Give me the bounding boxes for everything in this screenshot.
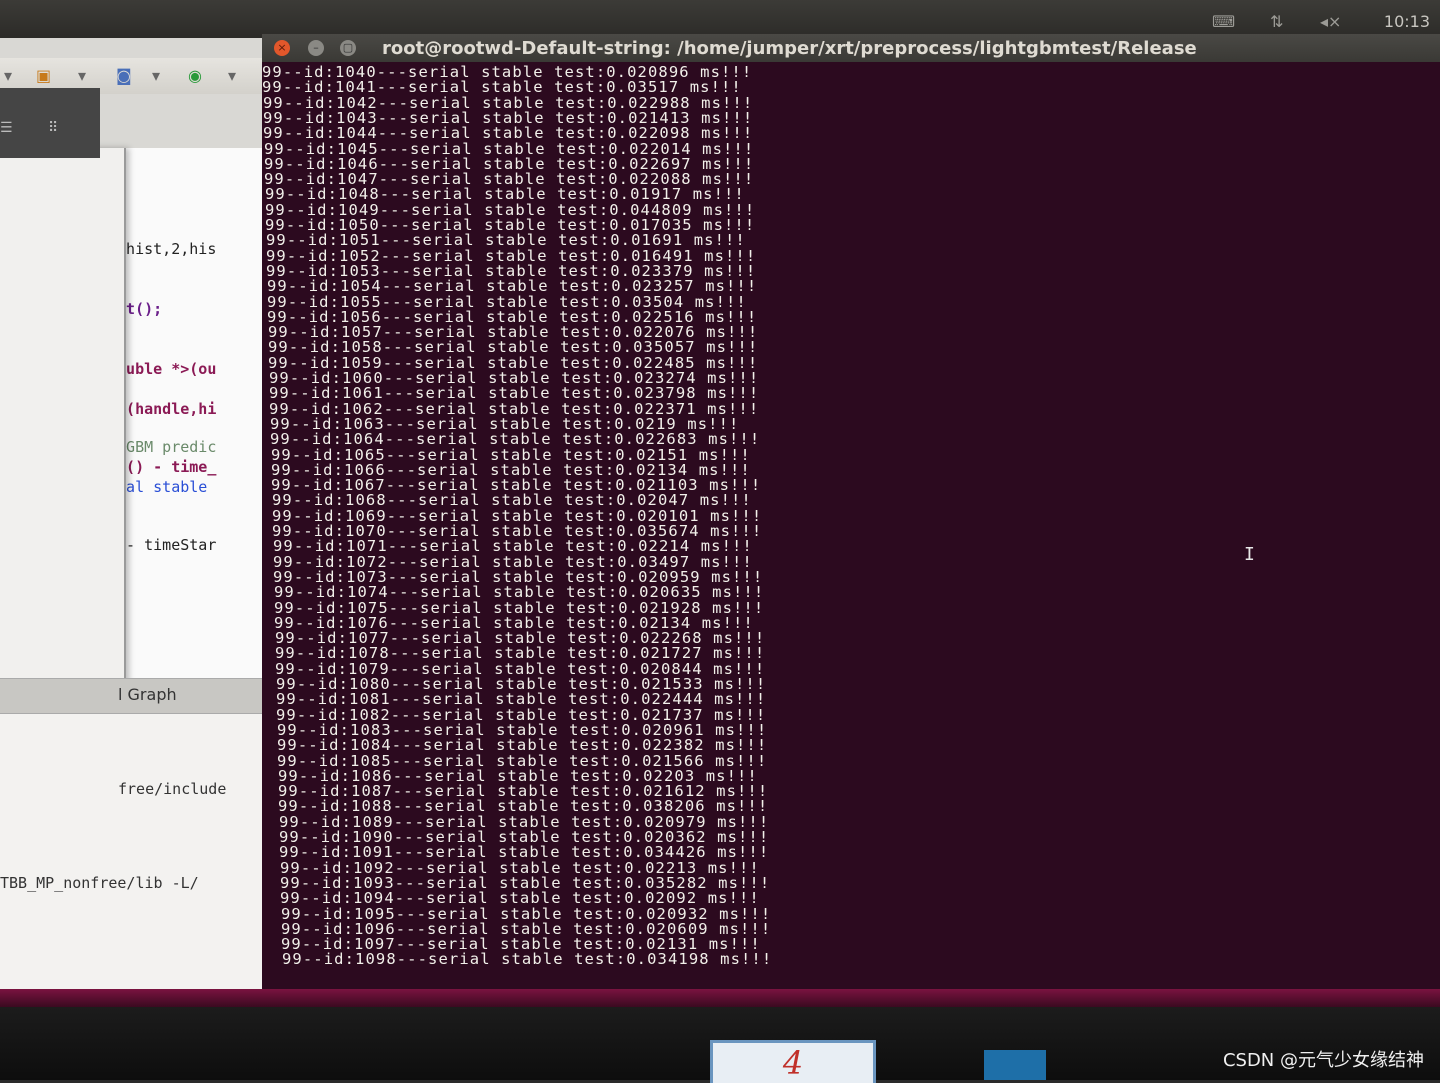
dark-view-header: ☰ ⠿ (0, 88, 100, 158)
console-line: free/include (118, 780, 227, 798)
text-cursor-icon: I (1244, 544, 1255, 565)
terminal-line: 99--id:1094---serial stable test:0.02092… (280, 889, 760, 908)
energy-star-logo (984, 1050, 1046, 1080)
close-icon[interactable]: × (274, 40, 290, 56)
maximize-icon[interactable]: ▢ (340, 40, 356, 56)
terminal-output[interactable]: 99--id:1040---serial stable test:0.02089… (262, 62, 1440, 989)
terminal-line: 99--id:1044---serial stable test:0.02209… (263, 124, 754, 143)
chevron-down-icon[interactable]: ▾ (4, 66, 12, 85)
keyboard-icon[interactable]: ⌨ (1212, 12, 1235, 31)
terminal-line: 99--id:1098---serial stable test:0.03419… (282, 950, 773, 969)
chevron-down-icon[interactable]: ▾ (152, 66, 160, 85)
terminal-line: 99--id:1081---serial stable test:0.02244… (276, 690, 767, 709)
terminal-line: 99--id:1051---serial stable test:0.01691… (266, 231, 746, 250)
minimize-icon[interactable]: – (308, 40, 324, 56)
terminal-line: 99--id:1058---serial stable test:0.03505… (268, 338, 759, 357)
terminal-line: 99--id:1091---serial stable test:0.03442… (279, 843, 770, 862)
new-class-icon[interactable]: ◙ (116, 66, 132, 85)
watermark: CSDN @元气少女缘结神 (1222, 1050, 1424, 1071)
system-top-bar: ⌨ ⇅ ◂× 10:13 (0, 0, 1440, 38)
terminal-window[interactable]: × – ▢ root@rootwd-Default-string: /home/… (262, 34, 1440, 989)
terminal-line: 99--id:1074---serial stable test:0.02063… (274, 583, 765, 602)
new-project-icon[interactable]: ▣ (36, 66, 51, 85)
terminal-line: 99--id:1064---serial stable test:0.02268… (270, 430, 761, 449)
terminal-line: 99--id:1088---serial stable test:0.03820… (278, 797, 769, 816)
terminal-line: 99--id:1054---serial stable test:0.02325… (267, 277, 758, 296)
console-panel: free/include TBB_MP_nonfree/lib -L/ (0, 714, 290, 994)
tab-call-graph[interactable]: l Graph (118, 685, 177, 704)
grid-icon[interactable]: ⠿ (48, 120, 58, 136)
chevron-down-icon[interactable]: ▾ (78, 66, 86, 85)
terminal-line: 99--id:1078---serial stable test:0.02172… (275, 644, 766, 663)
terminal-line: 99--id:1041---serial stable test:0.03517… (262, 78, 742, 97)
clock[interactable]: 10:13 (1384, 12, 1430, 31)
console-line: TBB_MP_nonfree/lib -L/ (0, 874, 199, 892)
eclipse-window: ▾ ▣ ▾ ◙ ▾ ◉ ▾ ),hist,2,his unt(); double… (0, 38, 290, 994)
run-icon[interactable]: ◉ (188, 66, 202, 85)
terminal-title: root@rootwd-Default-string: /home/jumper… (382, 38, 1197, 59)
graph-tab-bar: l Graph (0, 678, 290, 714)
chevron-down-icon[interactable]: ▾ (228, 66, 236, 85)
terminal-line: 99--id:1048---serial stable test:0.01917… (265, 185, 745, 204)
desktop-bottom-strip (0, 989, 1440, 1007)
network-icon[interactable]: ⇅ (1270, 12, 1283, 31)
terminal-line: 99--id:1084---serial stable test:0.02238… (277, 736, 768, 755)
terminal-titlebar[interactable]: × – ▢ root@rootwd-Default-string: /home/… (262, 34, 1440, 62)
terminal-line: 99--id:1061---serial stable test:0.02379… (269, 384, 760, 403)
menu-icon[interactable]: ☰ (0, 120, 13, 136)
number-sticker: 4 (710, 1040, 876, 1083)
terminal-line: 99--id:1068---serial stable test:0.02047… (272, 491, 752, 510)
terminal-line: 99--id:1071---serial stable test:0.02214… (273, 537, 753, 556)
volume-icon[interactable]: ◂× (1320, 12, 1341, 31)
